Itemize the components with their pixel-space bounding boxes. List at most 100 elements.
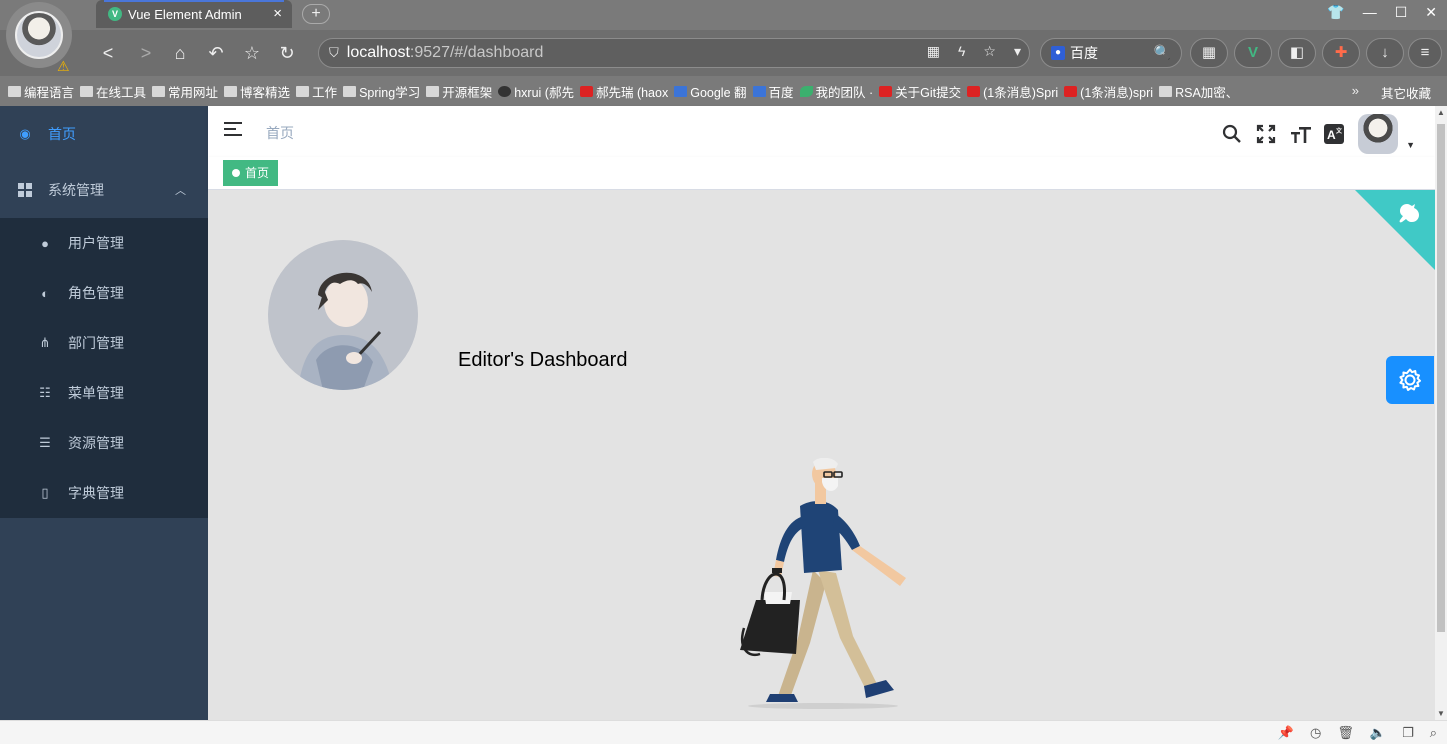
- reload-icon[interactable]: ↻: [273, 39, 301, 67]
- sidebar-item-dictionary[interactable]: ▯ 字典管理: [0, 468, 208, 518]
- bookmark-label: 百度: [768, 85, 794, 100]
- search-icon[interactable]: 🔍: [1154, 44, 1171, 61]
- new-tab-button[interactable]: +: [302, 4, 330, 24]
- bookmark-item[interactable]: 工作: [296, 82, 337, 101]
- folder-icon: [224, 85, 238, 97]
- apps-icon[interactable]: ▦: [1190, 38, 1228, 68]
- bookmark-item[interactable]: 我的团队 ·: [799, 82, 873, 101]
- vertical-scrollbar[interactable]: ▲ ▼: [1435, 106, 1447, 720]
- sidebar-item-menus[interactable]: ☷ 菜单管理: [0, 368, 208, 418]
- other-bookmarks[interactable]: 其它收藏: [1381, 83, 1431, 102]
- bookmark-label: (1条消息)spri: [1080, 85, 1154, 100]
- caret-down-icon[interactable]: ▼: [1406, 140, 1415, 150]
- dropdown-icon[interactable]: ▾: [1014, 43, 1021, 60]
- address-bar[interactable]: ⛉ localhost:9527/#/dashboard ▦ ϟ ☆ ▾: [318, 38, 1030, 68]
- sidebar-item-departments[interactable]: ⋔ 部门管理: [0, 318, 208, 368]
- bookmark-item[interactable]: 郝先瑞 (haox: [579, 82, 668, 101]
- tag-home[interactable]: 首页: [223, 160, 279, 186]
- menu-icon[interactable]: ≡: [1408, 38, 1442, 68]
- bookmark-item[interactable]: (1条消息)spri: [1064, 82, 1153, 101]
- skin-icon[interactable]: 👕: [1327, 4, 1344, 21]
- bookmark-label: 编程语言: [24, 85, 75, 100]
- bookmarks-more-icon[interactable]: »: [1352, 83, 1359, 98]
- bookmark-label: 工作: [312, 85, 338, 100]
- shield-icon: ⛉: [329, 45, 339, 60]
- scrollbar-thumb[interactable]: [1437, 124, 1445, 632]
- bookmark-item[interactable]: 常用网址: [152, 82, 218, 101]
- scroll-down-icon[interactable]: ▼: [1437, 709, 1445, 718]
- bookmark-item[interactable]: 关于Git提交: [879, 82, 961, 101]
- bookmark-item[interactable]: RSA加密、: [1159, 82, 1238, 101]
- zoom-icon[interactable]: ⌕: [1430, 725, 1437, 741]
- star-icon[interactable]: ☆: [238, 39, 266, 67]
- hamburger-icon[interactable]: [224, 122, 242, 140]
- user-avatar[interactable]: [1358, 114, 1399, 154]
- pin-icon[interactable]: 📌: [1278, 725, 1294, 741]
- language-icon[interactable]: A文: [1324, 124, 1345, 144]
- dashboard-title: Editor's Dashboard: [458, 349, 628, 371]
- sound-icon[interactable]: 🔈: [1370, 725, 1386, 741]
- bookmark-item[interactable]: 博客精选: [224, 82, 290, 101]
- size-icon[interactable]: [1290, 124, 1312, 144]
- bookmark-item[interactable]: (1条消息)Spri: [967, 82, 1058, 101]
- scroll-up-icon[interactable]: ▲: [1437, 108, 1445, 117]
- user-icon: ●: [41, 235, 49, 251]
- favorite-icon[interactable]: ☆: [983, 43, 996, 60]
- back-icon[interactable]: <: [94, 39, 122, 67]
- sidebar-item-system[interactable]: 系统管理 ︿: [0, 162, 208, 218]
- page-icon: [1159, 85, 1173, 97]
- bookmark-item[interactable]: 编程语言: [8, 82, 74, 101]
- sidebar-item-label: 资源管理: [68, 435, 124, 451]
- bookmark-item[interactable]: 百度: [752, 82, 794, 101]
- gitee-icon: [579, 85, 593, 97]
- trash-icon[interactable]: 🗑: [1337, 725, 1354, 741]
- bookmark-item[interactable]: Spring学习: [343, 82, 420, 101]
- browser-navbar: < > ⌂ ↶ ☆ ↻ ⛉ localhost:9527/#/dashboard…: [0, 30, 1447, 76]
- github-corner-icon[interactable]: [1355, 190, 1435, 270]
- tab-title: Vue Element Admin: [128, 6, 242, 22]
- maximize-icon[interactable]: ☐: [1395, 4, 1408, 21]
- browser-statusbar: 📌 ◷ 🗑 🔈 ❐ ⌕: [0, 720, 1447, 744]
- search-icon[interactable]: [1222, 124, 1242, 144]
- browser-titlebar: V Vue Element Admin × + 👕 — ☐ ✕: [0, 0, 1447, 30]
- bookmark-label: hxrui (郝先: [514, 85, 574, 100]
- qr-icon[interactable]: ▦: [927, 43, 940, 60]
- extension-icon[interactable]: ◧: [1278, 38, 1316, 68]
- grid-icon: [18, 183, 32, 197]
- csdn-icon: [967, 85, 981, 97]
- sidebar: ◉ 首页 系统管理 ︿ ● 用户管理 ◐ 角色管理 ⋔ 部门管理 ☷ 菜单管理 ☰ 资源管…: [0, 106, 208, 720]
- forward-icon[interactable]: >: [132, 39, 160, 67]
- game-icon[interactable]: ✚: [1322, 38, 1360, 68]
- code-icon: [879, 85, 893, 97]
- search-engine-box[interactable]: ● 百度 🔍: [1040, 38, 1182, 68]
- minimize-icon[interactable]: —: [1363, 4, 1377, 21]
- home-icon[interactable]: ⌂: [166, 39, 194, 67]
- sidebar-item-label: 菜单管理: [68, 385, 124, 401]
- settings-button[interactable]: [1386, 356, 1434, 404]
- folder-icon: [343, 85, 357, 97]
- history-icon[interactable]: ◷: [1310, 725, 1321, 741]
- sidebar-item-home[interactable]: ◉ 首页: [0, 106, 208, 162]
- vue-devtools-icon[interactable]: V: [1234, 38, 1272, 68]
- download-icon[interactable]: ↓: [1366, 38, 1404, 68]
- bookmark-item[interactable]: 在线工具: [80, 82, 146, 101]
- profile-avatar: [15, 11, 63, 59]
- fullscreen-icon[interactable]: [1256, 124, 1276, 144]
- sidebar-item-resources[interactable]: ☰ 资源管理: [0, 418, 208, 468]
- tab-close-icon[interactable]: ×: [273, 5, 282, 22]
- bookmark-item[interactable]: hxrui (郝先: [498, 82, 574, 101]
- folder-icon: [296, 85, 310, 97]
- sidebar-item-users[interactable]: ● 用户管理: [0, 218, 208, 268]
- browser-tab[interactable]: V Vue Element Admin ×: [96, 0, 292, 28]
- undo-icon[interactable]: ↶: [202, 39, 230, 67]
- flash-icon[interactable]: ϟ: [958, 43, 965, 60]
- sidebar-item-roles[interactable]: ◐ 角色管理: [0, 268, 208, 318]
- team-icon: [799, 85, 813, 97]
- bookmark-item[interactable]: Google 翻: [674, 82, 747, 101]
- bookmark-label: 关于Git提交: [895, 85, 962, 100]
- gear-icon: [1399, 368, 1421, 391]
- window-icon[interactable]: ❐: [1402, 725, 1414, 741]
- bookmark-item[interactable]: 开源框架: [426, 82, 492, 101]
- close-window-icon[interactable]: ✕: [1425, 4, 1437, 21]
- sidebar-item-label: 系统管理: [48, 182, 104, 198]
